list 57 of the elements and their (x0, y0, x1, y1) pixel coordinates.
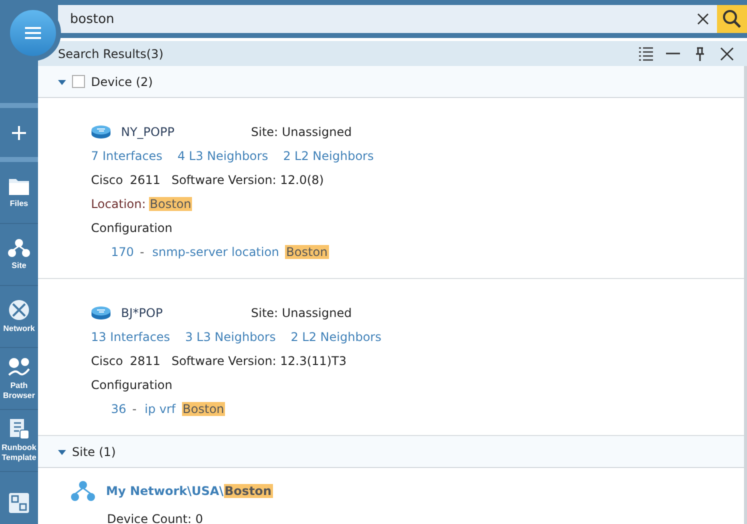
vendor-text: Cisco (91, 173, 123, 187)
config-text[interactable]: ip vrf (144, 402, 176, 416)
site-path[interactable]: My Network\USA\ (106, 484, 224, 498)
group-title: Site (1) (72, 444, 116, 458)
match-highlight: Boston (182, 402, 226, 416)
minimize-icon (665, 52, 681, 55)
checkbox[interactable] (72, 75, 85, 88)
router-icon (91, 125, 111, 139)
link[interactable]: 3 L3 Neighbors (185, 330, 276, 344)
link[interactable]: 4 L3 Neighbors (177, 149, 268, 163)
config-title: Configuration (91, 377, 174, 394)
line-number[interactable]: 170 (111, 245, 134, 259)
config-text[interactable]: snmp-server location (152, 245, 280, 259)
dash-text: - (132, 402, 137, 416)
network-icon (8, 299, 30, 321)
clear-button[interactable] (689, 5, 717, 33)
device-name[interactable]: BJ*POP (121, 306, 251, 320)
list-icon (638, 46, 654, 62)
model-text: 2611 (130, 173, 160, 187)
map-pins-icon (7, 356, 31, 378)
config-title: Configuration (91, 220, 174, 237)
grid-icon (8, 492, 30, 514)
folder-icon (8, 176, 30, 196)
search-field[interactable]: boston (58, 5, 689, 33)
close-icon (697, 13, 709, 25)
group-title: Device (2) (91, 74, 153, 88)
cloud-network-icon (70, 480, 96, 502)
version-text: Software Version: 12.3(11)T3 (171, 354, 346, 368)
search-button[interactable] (717, 5, 747, 33)
match-highlight: Boston (148, 197, 192, 211)
panel-title: Search Results(3) (58, 46, 164, 60)
match-highlight: Boston (285, 245, 329, 259)
group-header[interactable]: Device (2) (38, 66, 744, 98)
model-text: 2811 (130, 354, 160, 368)
menu-icon (24, 26, 42, 40)
device-count: Device Count: 0 (106, 511, 204, 524)
site-label: Site: Unassigned (251, 125, 352, 139)
dash-text: - (140, 245, 144, 259)
line-number[interactable]: 36 (111, 402, 126, 416)
site-label: Site: Unassigned (251, 306, 352, 320)
label-text: Location: (91, 197, 146, 211)
match-highlight: Boston (224, 484, 273, 498)
link[interactable]: 2 L2 Neighbors (283, 149, 374, 163)
vendor-text: Cisco (91, 354, 123, 368)
router-icon (91, 306, 111, 320)
document-icon (8, 418, 30, 440)
link[interactable]: 7 Interfaces (91, 149, 162, 163)
plus-icon (10, 124, 28, 142)
cloud-network-icon (7, 238, 31, 258)
version-text: Software Version: 12.0(8) (171, 173, 324, 187)
group-header[interactable]: Site (1) (38, 436, 744, 468)
device-name[interactable]: NY_POPP (121, 125, 251, 139)
close-icon (719, 46, 735, 62)
list-button[interactable] (636, 46, 656, 62)
search-icon (722, 9, 742, 29)
link[interactable]: 2 L2 Neighbors (290, 330, 382, 344)
link[interactable]: 13 Interfaces (91, 330, 170, 344)
